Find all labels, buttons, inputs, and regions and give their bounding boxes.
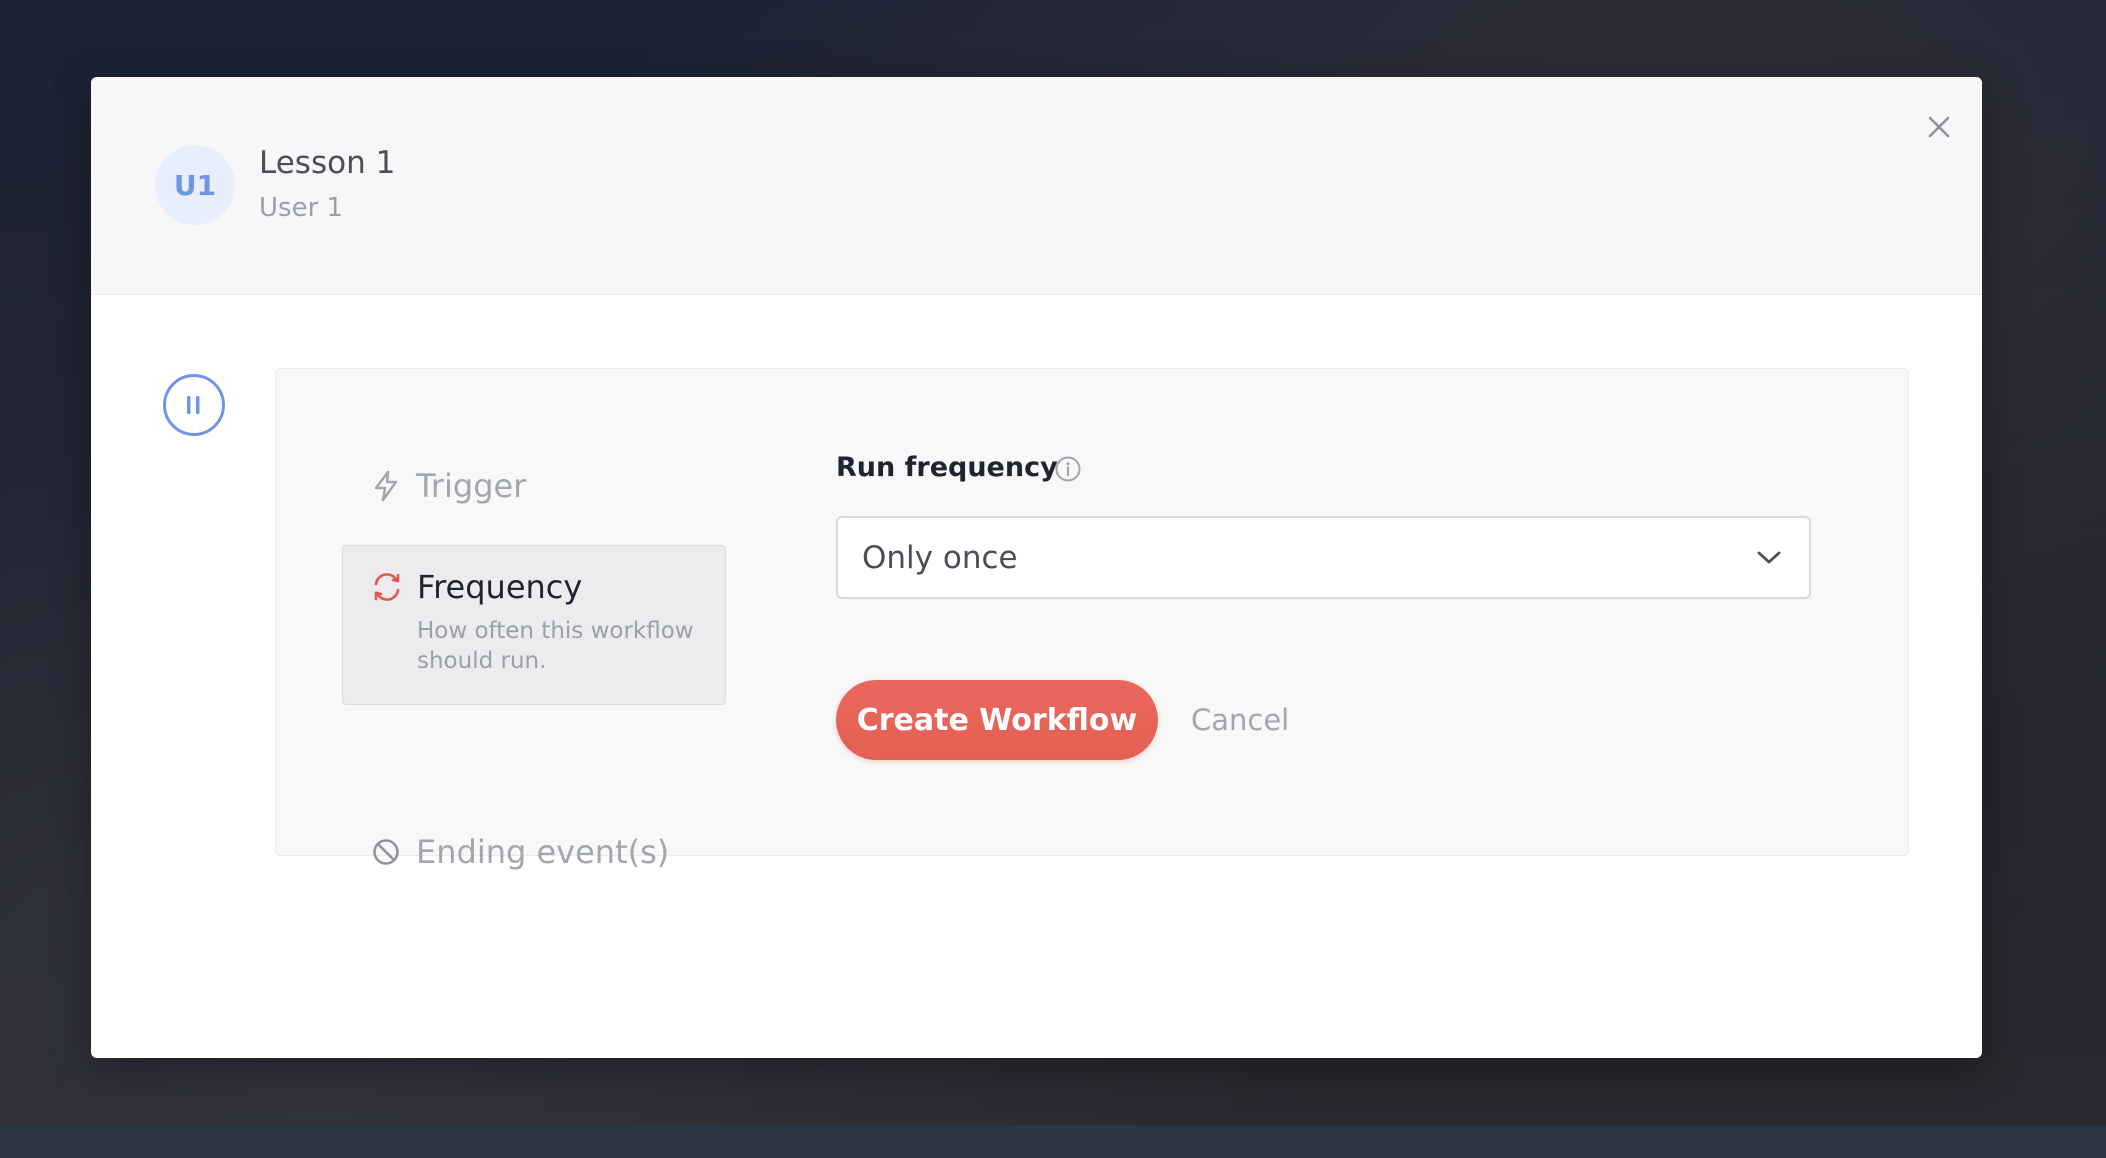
lightning-icon <box>368 468 404 504</box>
chevron-down-icon <box>1753 542 1785 574</box>
workflow-modal: U1 Lesson 1 User 1 Trigger Frequency How… <box>91 77 1982 1058</box>
refresh-icon <box>369 569 405 605</box>
step-frequency-description: How often this workflow should run. <box>417 618 694 674</box>
run-frequency-value: Only once <box>862 539 1018 576</box>
lesson-title: Lesson 1 <box>259 145 396 181</box>
run-frequency-label: Run frequency <box>836 452 1058 483</box>
workflow-panel: Trigger Frequency How often this workflo… <box>275 368 1909 871</box>
pause-button[interactable] <box>163 374 225 436</box>
step-trigger[interactable]: Trigger <box>368 467 526 505</box>
step-ending-events[interactable]: Ending event(s) <box>368 833 669 871</box>
ban-icon <box>368 834 404 870</box>
step-trigger-label: Trigger <box>416 467 527 505</box>
run-frequency-select[interactable]: Only once <box>836 516 1811 599</box>
close-button[interactable] <box>1919 107 1959 147</box>
modal-header: U1 Lesson 1 User 1 <box>91 77 1982 295</box>
cancel-button[interactable]: Cancel <box>1191 697 1289 743</box>
info-icon[interactable] <box>1053 454 1083 484</box>
pause-icon <box>187 396 200 414</box>
avatar: U1 <box>155 145 235 225</box>
create-workflow-button[interactable]: Create Workflow <box>836 680 1158 760</box>
step-frequency[interactable]: Frequency How often this workflow should… <box>342 545 726 705</box>
step-frequency-label: Frequency <box>417 568 583 606</box>
step-ending-label: Ending event(s) <box>416 833 670 871</box>
bottom-bar <box>0 1125 2106 1158</box>
lesson-subtitle: User 1 <box>259 193 344 223</box>
close-icon <box>1928 116 1950 138</box>
